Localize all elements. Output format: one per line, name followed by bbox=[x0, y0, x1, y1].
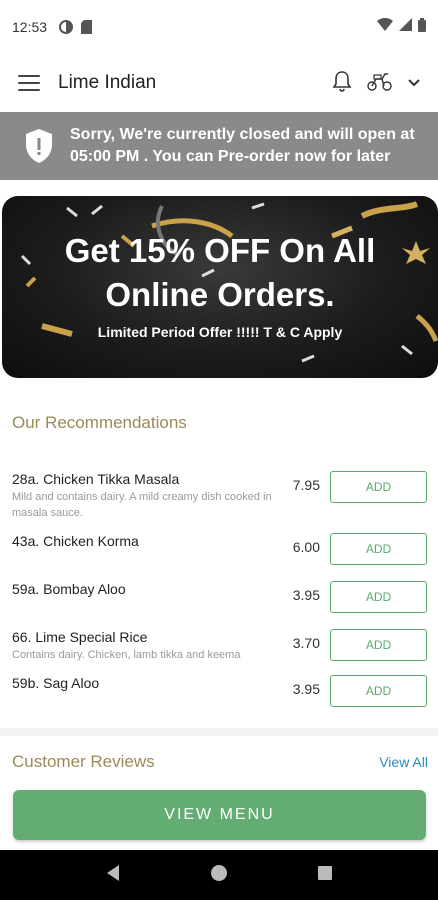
recommendations-title: Our Recommendations bbox=[12, 413, 187, 432]
system-nav-bar bbox=[0, 850, 438, 900]
add-button[interactable]: ADD bbox=[330, 675, 427, 707]
reviews-title: Customer Reviews bbox=[12, 752, 155, 771]
item-name: 59a. Bombay Aloo bbox=[12, 581, 126, 597]
view-menu-button[interactable]: VIEW MENU bbox=[13, 790, 426, 840]
promo-headline-line1: Get 15% OFF On All bbox=[64, 232, 376, 269]
promo-headline-line2: Online Orders. bbox=[105, 276, 335, 313]
item-description: Mild and contains dairy. A mild creamy d… bbox=[12, 491, 272, 519]
closed-notice-line2: 05:00 PM . You can Pre-order now for lat… bbox=[70, 148, 391, 165]
bell-icon[interactable] bbox=[332, 70, 352, 97]
item-price: 3.70 bbox=[292, 635, 320, 651]
item-description: Contains dairy. Chicken, lamb tikka and … bbox=[12, 649, 241, 661]
app-bar: Lime Indian bbox=[0, 54, 438, 112]
status-time: 12:53 bbox=[12, 19, 48, 35]
home-icon[interactable] bbox=[210, 864, 228, 887]
item-name: 66. Lime Special Rice bbox=[12, 629, 148, 645]
battery-icon bbox=[418, 17, 426, 37]
shield-alert-icon bbox=[24, 128, 54, 164]
app-title: Lime Indian bbox=[58, 72, 157, 93]
item-name: 59b. Sag Aloo bbox=[12, 675, 100, 691]
status-bar: 12:53 bbox=[0, 0, 438, 54]
view-all-reviews-link[interactable]: View All bbox=[379, 754, 428, 770]
item-price: 7.95 bbox=[292, 477, 320, 493]
chevron-down-icon[interactable] bbox=[408, 74, 420, 92]
recents-icon[interactable] bbox=[317, 865, 333, 886]
item-price: 3.95 bbox=[292, 587, 320, 603]
add-button[interactable]: ADD bbox=[330, 471, 427, 503]
item-name: 43a. Chicken Korma bbox=[12, 533, 139, 549]
item-price: 6.00 bbox=[292, 539, 320, 555]
item-name: 28a. Chicken Tikka Masala bbox=[12, 471, 180, 487]
delivery-scooter-icon[interactable] bbox=[366, 71, 394, 96]
data-saver-icon bbox=[59, 20, 74, 34]
add-button[interactable]: ADD bbox=[330, 533, 427, 565]
sim-card-icon bbox=[81, 20, 93, 34]
add-button[interactable]: ADD bbox=[330, 581, 427, 613]
promo-banner[interactable]: Get 15% OFF On All Online Orders. Limite… bbox=[2, 196, 438, 378]
closed-notice-banner: Sorry, We're currently closed and will o… bbox=[0, 112, 438, 180]
closed-notice-line1: Sorry, We're currently closed and will o… bbox=[70, 126, 415, 143]
section-divider bbox=[0, 728, 438, 736]
item-price: 3.95 bbox=[292, 681, 320, 697]
back-icon[interactable] bbox=[105, 864, 121, 887]
signal-icon bbox=[399, 18, 412, 36]
add-button[interactable]: ADD bbox=[330, 629, 427, 661]
wifi-icon bbox=[377, 17, 393, 36]
menu-icon[interactable] bbox=[18, 75, 40, 91]
promo-subtitle: Limited Period Offer !!!!! T & C Apply bbox=[97, 324, 343, 340]
